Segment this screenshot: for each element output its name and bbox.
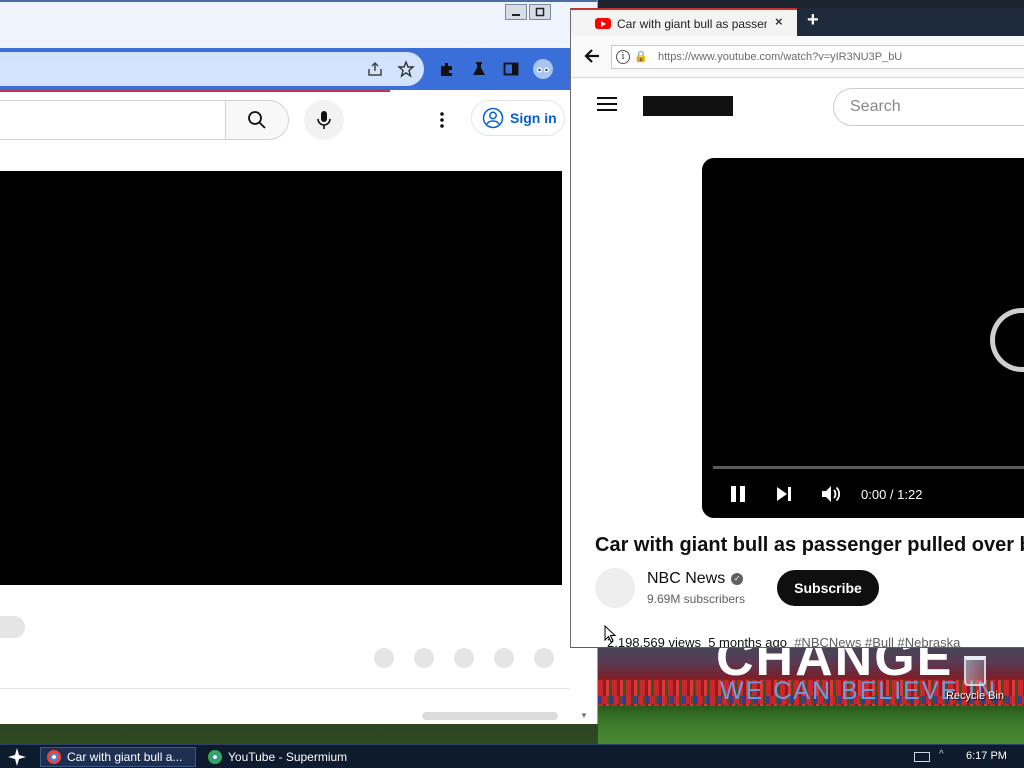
search-placeholder: Search — [850, 98, 901, 115]
volume-icon — [822, 486, 841, 502]
minimize-button[interactable] — [505, 4, 527, 20]
hamburger-icon — [597, 97, 617, 99]
taskbar-item-label: Car with giant bull a... — [67, 750, 183, 764]
search-button[interactable] — [225, 100, 289, 140]
channel-name-row[interactable]: NBC News ✓ — [647, 570, 744, 588]
taskbar-item-video-window[interactable]: Car with giant bull a... — [40, 747, 196, 767]
site-info-icon[interactable]: i — [616, 50, 630, 64]
loading-placeholder-dot — [494, 648, 514, 668]
video-title: Car with giant bull as passenger pulled … — [595, 534, 1024, 556]
more-vert-icon — [440, 112, 444, 128]
taskbar: Car with giant bull a... YouTube - Super… — [0, 744, 1024, 768]
pause-icon — [731, 486, 736, 502]
tab-title: Car with giant bull as passeng... — [617, 17, 767, 31]
tab-strip: Car with giant bull as passeng... × + — [571, 8, 1024, 36]
video-time: 0:00 / 1:22 — [861, 487, 923, 502]
back-arrow-icon — [584, 49, 599, 63]
mic-icon — [317, 111, 331, 129]
loading-placeholder-dot — [374, 648, 394, 668]
browser-window-right: Car with giant bull as passeng... × + i … — [570, 8, 1024, 648]
verified-badge-icon: ✓ — [731, 573, 744, 585]
view-count: 2,198,569 views — [607, 635, 701, 648]
video-description-meta[interactable]: 2,198,569 views 5 months ago #NBCNews #B… — [607, 635, 960, 648]
search-input[interactable]: Search — [833, 88, 1024, 126]
loading-placeholder-dot — [454, 648, 474, 668]
menu-button[interactable] — [597, 96, 617, 112]
volume-button[interactable] — [820, 483, 842, 505]
pause-icon — [740, 486, 745, 502]
taskbar-item-label: YouTube - Supermium — [228, 750, 348, 764]
upload-age: 5 months ago — [708, 635, 787, 648]
taskbar-item-supermium[interactable]: YouTube - Supermium — [202, 747, 382, 767]
hamburger-icon — [597, 109, 617, 111]
sign-in-button[interactable]: Sign in — [471, 100, 565, 136]
search-icon — [248, 111, 266, 129]
profile-icon[interactable] — [531, 57, 555, 81]
address-bar[interactable] — [0, 52, 424, 86]
skip-next-icon — [777, 487, 791, 501]
close-tab-icon[interactable]: × — [775, 14, 783, 29]
supermium-icon — [208, 750, 222, 764]
subscriber-count: 9.69M subscribers — [647, 592, 746, 606]
youtube-favicon-icon — [595, 18, 611, 29]
next-button[interactable] — [774, 484, 794, 504]
minimize-icon — [512, 14, 520, 16]
star-icon[interactable] — [394, 57, 418, 81]
youtube-logo[interactable] — [643, 96, 733, 116]
account-icon — [482, 107, 504, 129]
keyboard-icon[interactable] — [914, 752, 930, 762]
browser-toolbar — [0, 48, 570, 90]
sidebar-icon[interactable] — [499, 57, 523, 81]
back-button[interactable] — [581, 45, 603, 67]
horizontal-scrollbar[interactable] — [422, 712, 558, 720]
share-icon[interactable] — [363, 57, 387, 81]
hamburger-icon — [597, 103, 617, 105]
url-text: https://www.youtube.com/watch?v=yIR3NU3P… — [658, 51, 903, 63]
start-button[interactable] — [4, 746, 30, 768]
recycle-bin-shortcut[interactable]: Recycle Bin — [944, 656, 1006, 702]
new-tab-icon[interactable]: + — [807, 9, 819, 32]
channel-avatar[interactable] — [595, 568, 635, 608]
voice-search-button[interactable] — [304, 100, 344, 140]
extensions-icon[interactable] — [435, 57, 459, 81]
url-bar[interactable]: i 🔒 https://www.youtube.com/watch?v=yIR3… — [611, 45, 1024, 69]
restore-icon — [535, 7, 545, 17]
mouse-cursor-icon — [604, 625, 616, 643]
browser-window-left: Sign in ▼ — [0, 0, 598, 724]
clock[interactable]: 6:17 PM — [966, 750, 1007, 762]
youtube-page-right: Search 0:00 / 1:22 Car with giant bull a… — [571, 78, 1024, 648]
loading-placeholder-dot — [534, 648, 554, 668]
search-input[interactable] — [0, 100, 226, 140]
divider — [0, 688, 570, 689]
title-bar — [0, 0, 597, 48]
recycle-bin-icon — [964, 656, 986, 686]
maximize-button[interactable] — [529, 4, 551, 20]
sign-in-label: Sign in — [510, 110, 557, 126]
video-progress-bar[interactable] — [713, 466, 1024, 469]
settings-menu-button[interactable] — [430, 108, 454, 132]
recycle-bin-label: Recycle Bin — [945, 690, 1005, 702]
scroll-down-icon[interactable]: ▼ — [580, 711, 588, 720]
video-player-placeholder[interactable] — [0, 171, 562, 585]
tray-chevron-icon[interactable]: ^ — [939, 749, 944, 760]
youtube-page-left: Sign in — [0, 92, 570, 724]
loading-spinner-icon — [990, 308, 1024, 372]
hashtags[interactable]: #NBCNews #Bull #Nebraska — [794, 635, 960, 647]
video-player[interactable]: 0:00 / 1:22 — [702, 158, 1024, 518]
lab-icon[interactable] — [467, 57, 491, 81]
subscribe-button[interactable]: Subscribe — [777, 570, 879, 606]
channel-name[interactable]: NBC News — [647, 570, 725, 588]
pause-button[interactable] — [728, 484, 748, 504]
loading-placeholder — [0, 616, 25, 638]
tab-youtube-video[interactable]: Car with giant bull as passeng... × — [571, 8, 797, 36]
chromium-icon — [47, 750, 61, 764]
loading-placeholder-dot — [414, 648, 434, 668]
navigation-bar: i 🔒 https://www.youtube.com/watch?v=yIR3… — [571, 36, 1024, 78]
insecure-lock-icon[interactable]: 🔒 — [634, 50, 648, 63]
start-star-icon — [8, 748, 26, 766]
